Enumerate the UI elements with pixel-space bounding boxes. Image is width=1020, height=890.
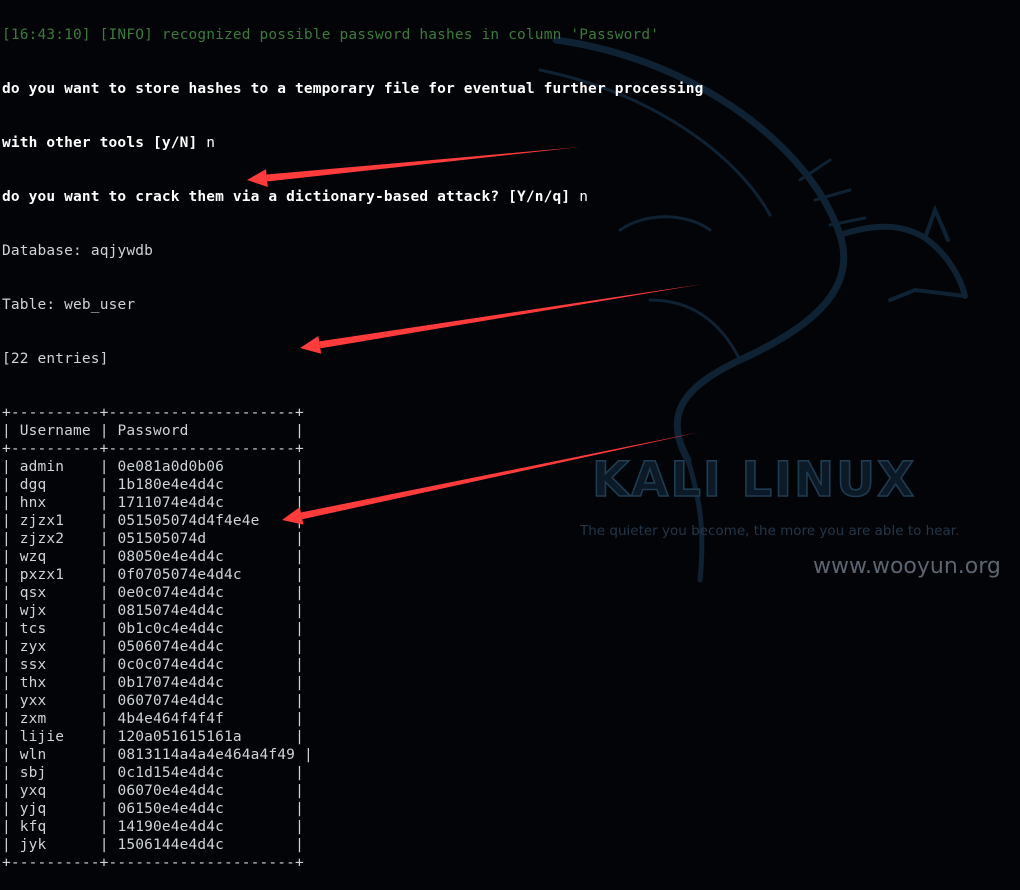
username-cell: wjx [19,603,47,619]
password-hash-cell: 0e081a0d0b06 [117,459,225,475]
table-border-text: +----------+---------------------+ [2,855,304,871]
table-label: Table: [2,297,56,313]
table-row: | yxq | 06070e4e4d4c | [2,783,304,799]
table-row: | qsx | 0e0c074e4d4c | [2,585,304,601]
table-line: Table: web_user [2,296,1018,314]
username-cell: wln [19,747,47,763]
password-hash-cell: 0f0705074e4d4c [117,567,242,583]
password-hash-cell: 0c0c074e4d4c [117,657,225,673]
username-cell: admin [19,459,65,475]
username-cell: wzq [19,549,47,565]
store-hashes-prompt-cont: with other tools [y/N] n [2,134,1018,152]
table-row: | zyx | 0506074e4d4c | [2,639,304,655]
table-value: web_user [64,297,136,313]
password-hash-cell: 0813114a4a4e464a4f49 [117,747,296,763]
table-row: | tcs | 0b1c0c4e4d4c | [2,621,304,637]
log-timestamp: [16:43:10] [INFO] [2,27,153,43]
username-cell: dgq [19,477,47,493]
wooyun-watermark: www.wooyun.org [813,554,1001,579]
password-hash-cell: 4b4e464f4f4f [117,711,225,727]
username-cell: sbj [19,765,47,781]
crack-prompt: do you want to crack them via a dictiona… [2,189,571,205]
entries-count: [22 entries] [2,351,109,367]
table-row: | lijie | 120a051615161a | [2,729,304,745]
username-cell: yxx [19,693,47,709]
table-row: | jyk | 1506144e4d4c | [2,837,304,853]
table-row: | wln | 0813114a4a4e464a4f49 | [2,747,313,763]
password-hash-cell: 0815074e4d4c [117,603,225,619]
username-cell: pxzx1 [19,567,65,583]
table-border: +----------+---------------------+ [2,854,1018,872]
password-hash-cell: 06150e4e4d4c [117,801,225,817]
password-hash-cell: 0506074e4d4c [117,639,225,655]
store-hashes-options: with other tools [y/N] [2,135,198,151]
password-hash-cell: 14190e4e4d4c [117,819,225,835]
table-row: | wjx | 0815074e4d4c | [2,603,304,619]
username-cell: zyx [19,639,47,655]
password-hash-cell: 1711074e4d4c [117,495,225,511]
table-row: | sbj | 0c1d154e4d4c | [2,765,304,781]
crack-answer: n [579,189,589,205]
password-hash-cell: 0607074e4d4c [117,693,225,709]
kali-linux-logo-text: KALI LINUX [591,451,917,509]
username-cell: kfq [19,819,47,835]
info-log-line: [16:43:10] [INFO] recognized possible pa… [2,26,1018,44]
table-row: | yxx | 0607074e4d4c | [2,693,304,709]
database-line: Database: aqjywdb [2,242,1018,260]
table-row: | ssx | 0c0c074e4d4c | [2,657,304,673]
username-cell: zxm [19,711,47,727]
username-cell: hnx [19,495,47,511]
column-header-username: Username [19,423,91,439]
password-hash-cell: 08050e4e4d4c [117,549,225,565]
username-cell: yjq [19,801,47,817]
username-cell: jyk [19,837,47,853]
username-cell: zjzx1 [19,513,65,529]
username-cell: lijie [19,729,65,745]
column-header-password: Password [117,423,189,439]
username-cell: qsx [19,585,47,601]
log-message: recognized possible password hashes in c… [161,27,660,43]
database-label: Database: [2,243,82,259]
table-row: | zxm | 4b4e464f4f4f | [2,711,304,727]
password-hash-cell: 0c1d154e4d4c [117,765,225,781]
kali-tagline: The quieter you become, the more you are… [580,523,960,539]
username-cell: thx [19,675,47,691]
password-hash-cell: 051505074d4f4e4e [117,513,260,529]
password-hash-cell: 051505074d [117,531,207,547]
username-cell: zjzx2 [19,531,65,547]
database-value: aqjywdb [90,243,153,259]
table-border: +----------+---------------------+ [2,404,1018,422]
username-cell: yxq [19,783,47,799]
store-hashes-prompt: do you want to store hashes to a tempora… [2,81,704,97]
username-cell: tcs [19,621,47,637]
table-row: | kfq | 14190e4e4d4c | [2,819,304,835]
password-hash-cell: 0e0c074e4d4c [117,585,225,601]
store-hashes-answer: n [206,135,216,151]
table-border-text: +----------+---------------------+ [2,441,304,457]
password-hash-cell: 1506144e4d4c [117,837,225,853]
password-hash-cell: 120a051615161a [117,729,242,745]
password-hash-cell: 0b1c0c4e4d4c [117,621,225,637]
password-hash-cell: 06070e4e4d4c [117,783,225,799]
table-row: | yjq | 06150e4e4d4c | [2,801,304,817]
table-border-text: +----------+---------------------+ [2,405,304,421]
table-header-row: | Username | Password | [2,423,304,439]
terminal-window[interactable]: [16:43:10] [INFO] recognized possible pa… [2,0,1018,890]
table-row: | thx | 0b17074e4d4c | [2,675,304,691]
password-hash-cell: 0b17074e4d4c [117,675,225,691]
crack-prompt-line: do you want to crack them via a dictiona… [2,188,1018,206]
password-hash-cell: 1b180e4e4d4c [117,477,225,493]
username-cell: ssx [19,657,47,673]
